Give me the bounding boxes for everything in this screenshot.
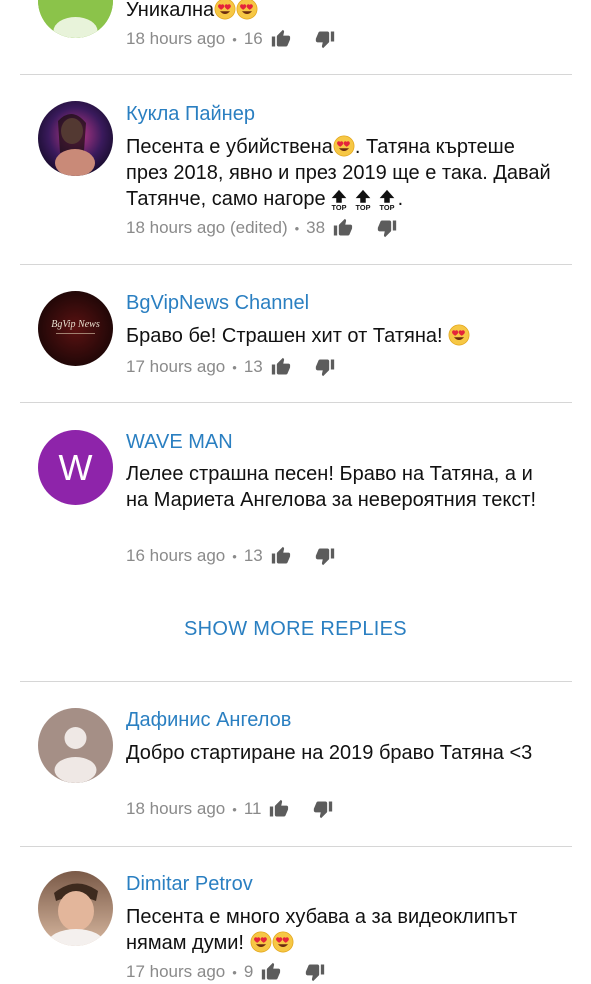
heart-eyes-emoji [448,324,470,346]
timestamp: 18 hours ago [126,799,226,818]
like-count: 38 [306,218,326,237]
divider [20,264,572,265]
svg-text:BgVip News: BgVip News [51,319,100,330]
author-name[interactable]: Дафинис Ангелов [126,709,291,732]
avatar-letter: W [58,446,93,488]
thumb-down-icon[interactable] [315,546,335,566]
separator-dot: • [232,964,237,980]
heart-eyes-emoji [272,931,294,953]
profile-photo [38,871,113,946]
comment-text: Песента е много хубава а за видеоклипът … [126,906,518,954]
like-count: 9 [243,962,254,981]
comment-meta: 16 hours ago • 13 [126,546,335,566]
comment-meta: 18 hours ago • 16 [126,29,335,49]
comment-text: Песента е убийствена. Татяна къртеше пре… [126,134,556,212]
top-arrow-emoji [376,189,398,211]
thumb-up-icon[interactable] [269,799,289,819]
avatar[interactable]: W [38,430,113,505]
thumb-down-icon[interactable] [315,357,335,377]
avatar[interactable]: BgVip News [38,291,113,366]
comment-meta: 18 hours ago (edited) • 38 [126,218,397,238]
avatar[interactable] [38,708,113,783]
timestamp: 16 hours ago [126,546,226,565]
thumb-up-icon[interactable] [271,546,291,566]
divider [20,74,572,75]
top-arrow-emoji [328,189,350,211]
comment-meta: 17 hours ago • 9 [126,962,325,982]
thumb-down-icon[interactable] [315,29,335,49]
timestamp: 18 hours ago (edited) [126,218,288,237]
separator-dot: • [232,548,237,564]
profile-photo [38,101,113,176]
user-silhouette-icon [38,708,113,783]
heart-eyes-emoji [214,0,236,20]
timestamp: 18 hours ago [126,29,226,48]
thumb-up-icon[interactable] [261,962,281,982]
thumb-up-icon[interactable] [271,357,291,377]
author-name[interactable]: WAVE MAN [126,431,233,454]
like-count: 16 [243,29,263,48]
top-arrow-emoji [352,189,374,211]
heart-eyes-emoji [333,135,355,157]
show-more-replies-button[interactable]: SHOW MORE REPLIES [0,618,591,641]
thumb-down-icon[interactable] [377,218,397,238]
separator-dot: • [232,359,237,375]
timestamp: 17 hours ago [126,962,226,981]
avatar[interactable] [38,101,113,176]
separator-dot: • [232,31,237,47]
divider [20,846,572,847]
heart-eyes-emoji [250,931,272,953]
channel-logo: BgVip News [38,291,113,366]
like-count: 11 [243,799,262,818]
separator-dot: • [294,220,300,236]
like-count: 13 [243,357,263,376]
comment-meta: 18 hours ago • 11 [126,799,333,819]
user-silhouette-icon [38,0,113,38]
thumb-down-icon[interactable] [305,962,325,982]
comment-text: Браво бе! Страшен хит от Татяна! [126,323,556,349]
author-name[interactable]: Dimitar Petrov [126,873,253,896]
separator-dot: • [232,801,237,817]
divider [20,681,572,682]
author-name[interactable]: BgVipNews Channel [126,292,309,315]
avatar[interactable] [38,871,113,946]
comment-text: Лелее страшна песен! Браво на Татяна, а … [126,463,537,511]
avatar[interactable] [38,0,113,38]
timestamp: 17 hours ago [126,357,226,376]
thumb-down-icon[interactable] [313,799,333,819]
comment-text: Уникална [126,0,556,23]
thumb-up-icon[interactable] [271,29,291,49]
comment-meta: 17 hours ago • 13 [126,357,335,377]
comment-text: Добро стартиране на 2019 браво Татяна <3 [126,742,533,764]
heart-eyes-emoji [236,0,258,20]
thumb-up-icon[interactable] [333,218,353,238]
author-name[interactable]: Кукла Пайнер [126,103,255,126]
like-count: 13 [243,546,263,565]
divider [20,402,572,403]
